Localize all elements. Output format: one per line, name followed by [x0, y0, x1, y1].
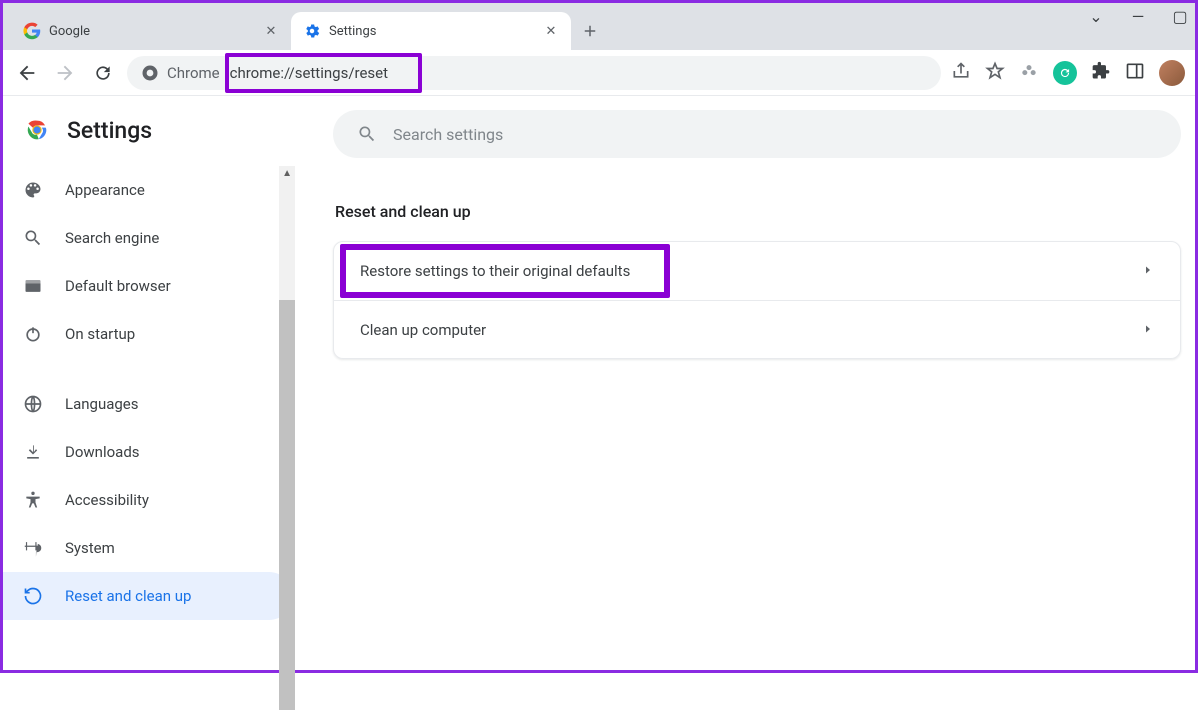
url-text: chrome://settings/reset: [230, 64, 388, 82]
settings-favicon: [303, 22, 321, 40]
minimize-icon[interactable]: —: [1129, 7, 1147, 26]
extension-icon[interactable]: [1019, 61, 1039, 85]
bookmark-icon[interactable]: [985, 61, 1005, 85]
sidebar-item-label: Search engine: [65, 229, 159, 247]
sidebar-item-search-engine[interactable]: Search engine: [3, 214, 293, 262]
google-favicon: [23, 22, 41, 40]
window-controls: ⌄ — ▢: [1087, 7, 1189, 26]
extension-icons: [951, 60, 1185, 86]
sidebar-item-label: On startup: [65, 325, 135, 343]
section-title: Reset and clean up: [335, 202, 1181, 221]
close-icon[interactable]: ✕: [543, 23, 559, 39]
new-tab-button[interactable]: [575, 16, 605, 46]
sidebar-list: Appearance Search engine Default browser…: [3, 166, 293, 620]
restore-defaults-row[interactable]: Restore settings to their original defau…: [334, 242, 1180, 300]
grammarly-icon[interactable]: [1053, 61, 1077, 85]
reload-button[interactable]: [89, 59, 117, 87]
settings-sidebar: Settings Appearance Search engine Defaul…: [3, 96, 293, 670]
address-bar[interactable]: Chrome chrome://settings/reset: [127, 56, 941, 90]
chrome-logo-icon: [23, 116, 51, 144]
sidebar-item-languages[interactable]: Languages: [3, 380, 293, 428]
tab-strip: Google ✕ Settings ✕ ⌄ — ▢: [3, 3, 1195, 50]
sidebar-item-label: Default browser: [65, 277, 171, 295]
sidebar-item-label: Languages: [65, 395, 139, 413]
tab-google[interactable]: Google ✕: [11, 12, 291, 50]
back-button[interactable]: [13, 59, 41, 87]
sidebar-item-on-startup[interactable]: On startup: [3, 310, 293, 358]
chevron-down-icon[interactable]: ⌄: [1087, 7, 1105, 26]
close-icon[interactable]: ✕: [263, 23, 279, 39]
page-title: Settings: [67, 117, 152, 144]
sidepanel-icon[interactable]: [1125, 61, 1145, 85]
search-placeholder: Search settings: [393, 125, 503, 144]
search-settings-input[interactable]: Search settings: [333, 110, 1181, 158]
settings-page: Settings Appearance Search engine Defaul…: [3, 96, 1195, 670]
reset-card: Restore settings to their original defau…: [333, 241, 1181, 359]
sidebar-item-default-browser[interactable]: Default browser: [3, 262, 293, 310]
tab-title: Google: [49, 24, 90, 39]
sidebar-header: Settings: [3, 96, 293, 166]
sidebar-item-system[interactable]: System: [3, 524, 293, 572]
chevron-right-icon: [1142, 262, 1154, 280]
site-chip: Chrome: [141, 64, 220, 82]
sidebar-item-label: System: [65, 539, 115, 557]
sidebar-item-appearance[interactable]: Appearance: [3, 166, 293, 214]
sidebar-item-downloads[interactable]: Downloads: [3, 428, 293, 476]
row-label: Clean up computer: [360, 321, 486, 339]
profile-avatar[interactable]: [1159, 60, 1185, 86]
sidebar-item-reset[interactable]: Reset and clean up: [3, 572, 293, 620]
forward-button[interactable]: [51, 59, 79, 87]
row-label: Restore settings to their original defau…: [360, 262, 630, 280]
settings-main: Search settings Reset and clean up Resto…: [293, 96, 1195, 670]
toolbar: Chrome chrome://settings/reset: [3, 50, 1195, 96]
tab-title: Settings: [329, 24, 376, 39]
sidebar-item-label: Appearance: [65, 181, 145, 199]
tab-settings[interactable]: Settings ✕: [291, 12, 571, 50]
extensions-puzzle-icon[interactable]: [1091, 61, 1111, 85]
scroll-up-icon[interactable]: ▲: [282, 168, 292, 179]
cleanup-computer-row[interactable]: Clean up computer: [334, 300, 1180, 358]
sidebar-item-label: Accessibility: [65, 491, 149, 509]
share-icon[interactable]: [951, 61, 971, 85]
site-chip-label: Chrome: [167, 64, 220, 82]
sidebar-item-label: Reset and clean up: [65, 587, 191, 605]
chevron-right-icon: [1142, 321, 1154, 339]
sidebar-item-accessibility[interactable]: Accessibility: [3, 476, 293, 524]
maximize-icon[interactable]: ▢: [1171, 7, 1189, 26]
scrollbar-thumb[interactable]: [279, 300, 295, 710]
search-icon: [357, 124, 377, 144]
sidebar-item-label: Downloads: [65, 443, 140, 461]
